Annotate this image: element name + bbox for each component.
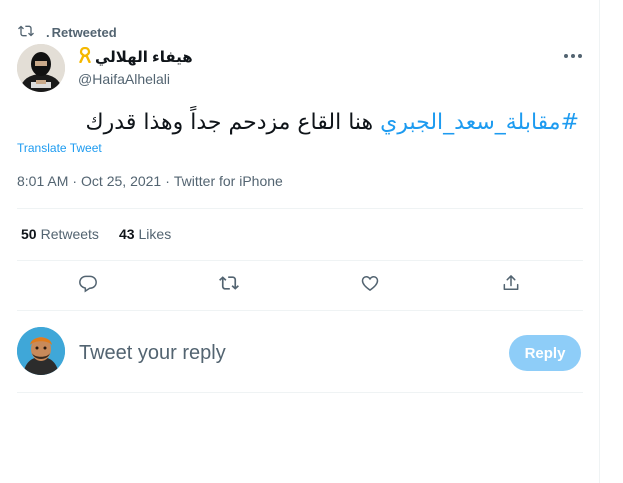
- author-info: هيفاء الهلالي @HaifaAlhelali: [78, 46, 193, 87]
- author-handle[interactable]: @HaifaAlhelali: [78, 71, 193, 87]
- meta-separator: ·: [165, 173, 170, 189]
- more-icon: [564, 54, 568, 58]
- tweet-body: هنا القاع مزدحم جداً وهذا قدرك: [85, 110, 381, 135]
- divider: [17, 260, 583, 261]
- retweets-stat[interactable]: 50 Retweets: [21, 226, 99, 242]
- likes-count: 43: [118, 226, 135, 242]
- likes-label: Likes: [138, 226, 172, 242]
- tweet-source[interactable]: Twitter for iPhone: [174, 173, 283, 189]
- divider: [17, 392, 583, 393]
- tweet-detail-column: . Retweeted هيفاء الهلالي @HaifaAlhelali: [0, 0, 600, 483]
- current-user-avatar[interactable]: [17, 327, 65, 375]
- retweet-button[interactable]: [216, 272, 242, 298]
- share-icon: [501, 273, 521, 298]
- like-button[interactable]: [357, 272, 383, 298]
- reply-input[interactable]: [79, 340, 479, 366]
- author-display-name[interactable]: هيفاء الهلالي: [78, 46, 193, 67]
- divider: [17, 208, 583, 209]
- more-options-button[interactable]: [561, 48, 585, 64]
- retweeted-label: Retweeted: [51, 24, 117, 40]
- likes-stat[interactable]: 43 Likes: [119, 226, 171, 242]
- tweet-actions: [0, 272, 600, 298]
- reply-submit-button[interactable]: Reply: [509, 335, 581, 371]
- retweet-icon: [219, 273, 239, 298]
- divider: [17, 310, 583, 311]
- retweets-count: 50: [21, 226, 37, 242]
- reply-icon: [78, 273, 98, 298]
- tweet-stats: 50 Retweets 43 Likes: [21, 226, 171, 242]
- tweet-text: #مقابلة_سعد_الجبري هنا القاع مزدحم جداً …: [86, 110, 579, 135]
- retweets-label: Retweets: [40, 226, 99, 242]
- share-button[interactable]: [498, 272, 524, 298]
- author-avatar[interactable]: [17, 44, 65, 92]
- reply-button[interactable]: [75, 272, 101, 298]
- tweet-time[interactable]: 8:01 AM: [17, 173, 68, 189]
- meta-separator: ·: [72, 173, 78, 189]
- hashtag-link[interactable]: #مقابلة_سعد_الجبري: [380, 110, 579, 135]
- tweet-metadata: 8:01 AM · Oct 25, 2021 · Twitter for iPh…: [17, 173, 283, 189]
- translate-tweet-link[interactable]: Translate Tweet: [17, 141, 102, 155]
- retweet-banner: . Retweeted: [18, 22, 117, 42]
- retweeter-name[interactable]: .: [46, 25, 50, 40]
- heart-icon: [360, 273, 380, 298]
- author-display-name-text: هيفاء الهلالي: [95, 49, 193, 66]
- retweet-banner-icon: [18, 23, 34, 42]
- tweet-date[interactable]: Oct 25, 2021: [81, 173, 161, 189]
- ribbon-icon: [78, 46, 92, 67]
